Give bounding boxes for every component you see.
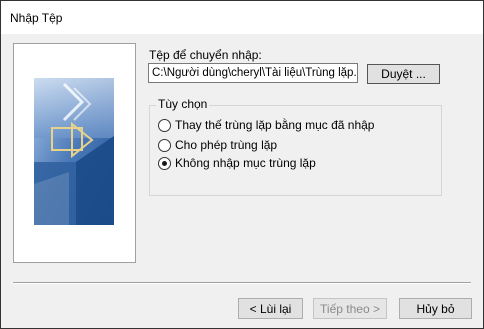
wizard-illustration — [34, 78, 114, 225]
radio-circle[interactable] — [158, 118, 171, 132]
radio-label: Không nhập mục trùng lặp — [175, 156, 316, 170]
radio-circle-selected[interactable] — [158, 156, 171, 170]
title-bar[interactable]: Nhập Tệp — [1, 1, 483, 34]
options-legend: Tùy chọn — [156, 97, 210, 111]
radio-replace-duplicates[interactable]: Thay thế trùng lặp bằng mục đã nhập — [158, 118, 374, 132]
browse-button[interactable]: Duyệt ... — [367, 64, 440, 84]
footer-separator — [13, 282, 471, 284]
radio-circle[interactable] — [158, 138, 171, 152]
radio-allow-duplicates[interactable]: Cho phép trùng lặp — [158, 138, 277, 152]
file-path-input[interactable]: C:\Người dùng\cheryl\Tài liệu\Trùng lặp.… — [148, 63, 358, 83]
radio-label: Thay thế trùng lặp bằng mục đã nhập — [175, 118, 375, 132]
window-title: Nhập Tệp — [10, 11, 63, 25]
import-file-dialog: Nhập Tệp Tệp để chuyển nhập: C:\Người dù… — [0, 0, 484, 329]
wizard-graphic-panel — [13, 43, 136, 263]
file-to-import-label: Tệp để chuyển nhập: — [149, 48, 262, 62]
close-button[interactable]: Hủy bỏ — [399, 298, 472, 319]
back-button[interactable]: < Lùi lại — [238, 298, 303, 319]
radio-do-not-import-duplicates[interactable]: Không nhập mục trùng lặp — [158, 156, 316, 170]
next-button[interactable]: Tiếp theo > — [313, 298, 387, 319]
radio-label: Cho phép trùng lặp — [175, 138, 278, 152]
